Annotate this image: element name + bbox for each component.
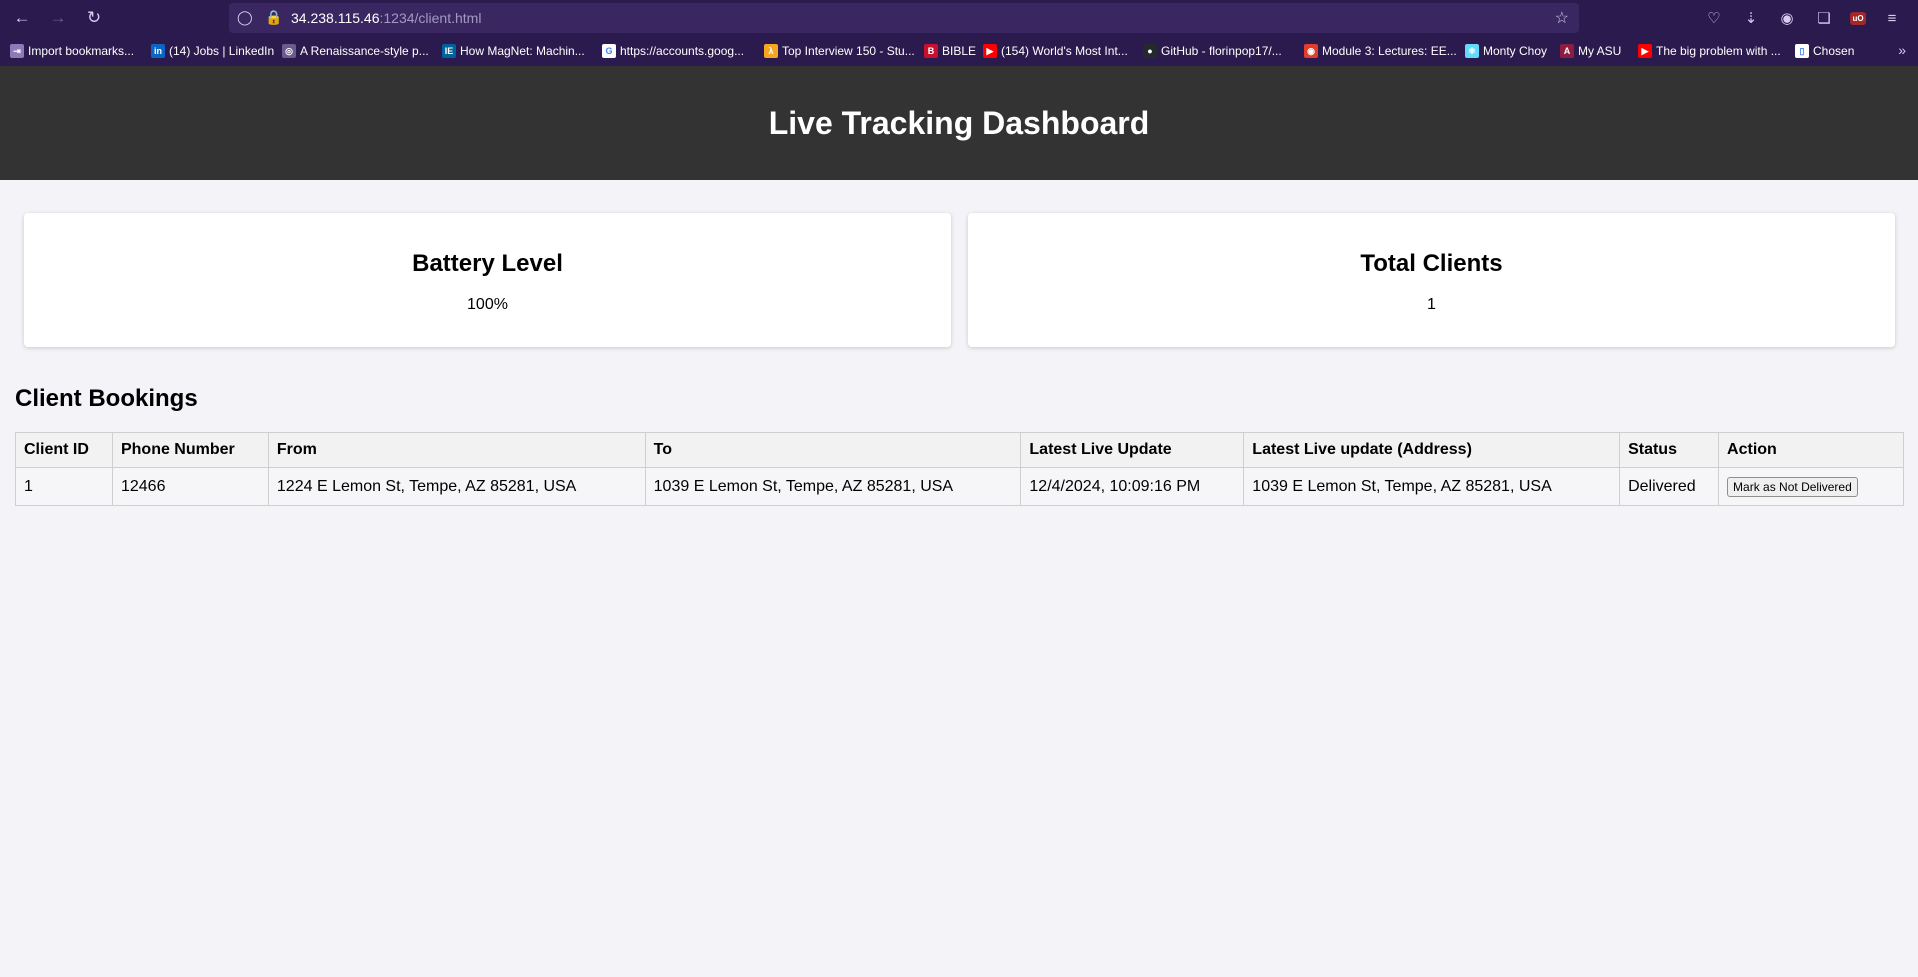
globe-icon: ◎ bbox=[282, 44, 296, 58]
table-header-row: Client ID Phone Number From To Latest Li… bbox=[15, 432, 1904, 468]
bookmark-label: Import bookmarks... bbox=[28, 44, 135, 58]
bookmark-label: A Renaissance-style p... bbox=[300, 44, 429, 58]
bookmark-star-icon[interactable]: ☆ bbox=[1555, 8, 1569, 28]
bookmark-item[interactable]: A My ASU bbox=[1560, 44, 1621, 58]
bookmark-item[interactable]: B BIBLE bbox=[924, 44, 976, 58]
browser-chrome: ← → ↻ ◯ 🔒 34.238.115.46:1234/client.html… bbox=[0, 0, 1918, 66]
page-header: Live Tracking Dashboard bbox=[0, 66, 1918, 180]
google-icon: G bbox=[602, 44, 616, 58]
bookmark-item[interactable]: ▯ Chosen bbox=[1795, 44, 1854, 58]
bookmark-label: https://accounts.goog... bbox=[620, 44, 745, 58]
chosen-icon: ▯ bbox=[1795, 44, 1809, 58]
bookmark-item[interactable]: ⚛ Monty Choy bbox=[1465, 44, 1547, 58]
bookmark-label: Monty Choy bbox=[1483, 44, 1548, 58]
table-row: 1 12466 1224 E Lemon St, Tempe, AZ 85281… bbox=[15, 467, 1904, 506]
canvas-icon: ◉ bbox=[1304, 44, 1318, 58]
bookmark-label: Top Interview 150 - Stu... bbox=[782, 44, 915, 58]
page-title: Live Tracking Dashboard bbox=[768, 104, 1150, 141]
bookmark-item[interactable]: λ Top Interview 150 - Stu... bbox=[764, 44, 915, 58]
ublock-icon[interactable]: uO bbox=[1846, 6, 1870, 30]
bookmark-item[interactable]: ⇥ Import bookmarks... bbox=[10, 44, 134, 58]
bible-icon: B bbox=[924, 44, 938, 58]
bookmark-label: GitHub - florinpop17/... bbox=[1161, 44, 1282, 58]
total-clients-value: 1 bbox=[1427, 296, 1436, 313]
import-icon: ⇥ bbox=[10, 44, 24, 58]
column-header-to: To bbox=[644, 432, 1022, 468]
cell-from: 1224 E Lemon St, Tempe, AZ 85281, USA bbox=[267, 467, 646, 506]
bookmarks-overflow-icon[interactable]: » bbox=[1898, 42, 1906, 58]
url-path: :1234/client.html bbox=[379, 10, 482, 26]
bookmark-label: Module 3: Lectures: EE... bbox=[1322, 44, 1457, 58]
cell-to: 1039 E Lemon St, Tempe, AZ 85281, USA bbox=[644, 467, 1022, 506]
url-text[interactable]: 34.238.115.46:1234/client.html bbox=[291, 10, 481, 26]
react-icon: ⚛ bbox=[1465, 44, 1479, 58]
account-icon[interactable]: ◉ bbox=[1775, 6, 1799, 30]
column-header-client-id: Client ID bbox=[15, 432, 113, 468]
mark-not-delivered-button[interactable]: Mark as Not Delivered bbox=[1727, 476, 1858, 497]
battery-card-title: Battery Level bbox=[412, 250, 563, 277]
linkedin-icon: in bbox=[151, 44, 165, 58]
reload-icon[interactable]: ↻ bbox=[80, 4, 108, 32]
url-bar[interactable]: ◯ 🔒 34.238.115.46:1234/client.html ☆ bbox=[229, 3, 1579, 33]
shield-icon[interactable]: ◯ bbox=[237, 9, 253, 26]
cell-client-id: 1 bbox=[15, 467, 113, 506]
cell-latest-address: 1039 E Lemon St, Tempe, AZ 85281, USA bbox=[1243, 467, 1621, 506]
github-icon: ● bbox=[1143, 44, 1157, 58]
column-header-latest-live-update: Latest Live Update bbox=[1020, 432, 1245, 468]
forward-arrow-icon[interactable]: → bbox=[44, 4, 72, 32]
bookmark-label: The big problem with ... bbox=[1656, 44, 1781, 58]
column-header-latest-address: Latest Live update (Address) bbox=[1243, 432, 1621, 468]
bookmark-item[interactable]: ▶ (154) World's Most Int... bbox=[983, 44, 1128, 58]
leetcode-icon: λ bbox=[764, 44, 778, 58]
bookmarks-bar: » ⇥ Import bookmarks... in (14) Jobs | Link… bbox=[0, 42, 1918, 62]
client-bookings-table: Client ID Phone Number From To Latest Li… bbox=[15, 432, 1904, 506]
back-arrow-icon[interactable]: ← bbox=[8, 4, 36, 32]
client-bookings-title: Client Bookings bbox=[15, 385, 198, 412]
cell-action: Mark as Not Delivered bbox=[1718, 467, 1904, 506]
column-header-status: Status bbox=[1619, 432, 1720, 468]
bookmark-label: BIBLE bbox=[942, 44, 977, 58]
bookmark-label: How MagNet: Machin... bbox=[460, 44, 585, 58]
asu-icon: A bbox=[1560, 44, 1574, 58]
bookmark-label: Chosen bbox=[1813, 44, 1855, 58]
youtube-icon: ▶ bbox=[983, 44, 997, 58]
battery-card: Battery Level 100% bbox=[24, 213, 951, 347]
pocket-icon[interactable]: ♡ bbox=[1702, 6, 1726, 30]
bookmark-item[interactable]: ◉ Module 3: Lectures: EE... bbox=[1304, 44, 1457, 58]
cell-status: Delivered bbox=[1619, 467, 1720, 506]
column-header-from: From bbox=[267, 432, 646, 468]
bookmark-item[interactable]: IE How MagNet: Machin... bbox=[442, 44, 585, 58]
bookmark-item[interactable]: ◎ A Renaissance-style p... bbox=[282, 44, 429, 58]
bookmark-label: My ASU bbox=[1578, 44, 1622, 58]
browser-toolbar: ← → ↻ ◯ 🔒 34.238.115.46:1234/client.html… bbox=[0, 0, 1918, 36]
cell-phone-number: 12466 bbox=[111, 467, 269, 506]
bookmark-item[interactable]: ▶ The big problem with ... bbox=[1638, 44, 1781, 58]
total-clients-card-title: Total Clients bbox=[1360, 250, 1503, 277]
extensions-icon[interactable]: ❏ bbox=[1812, 6, 1836, 30]
youtube-icon: ▶ bbox=[1638, 44, 1652, 58]
battery-level-value: 100% bbox=[467, 296, 508, 313]
column-header-action: Action bbox=[1718, 432, 1904, 468]
download-icon[interactable]: ⇣ bbox=[1739, 6, 1763, 30]
url-host: 34.238.115.46 bbox=[291, 10, 380, 26]
ieee-icon: IE bbox=[442, 44, 456, 58]
lock-icon[interactable]: 🔒 bbox=[265, 9, 282, 26]
menu-icon[interactable]: ≡ bbox=[1880, 6, 1904, 30]
bookmark-label: (14) Jobs | LinkedIn bbox=[169, 44, 275, 58]
bookmark-item[interactable]: ● GitHub - florinpop17/... bbox=[1143, 44, 1282, 58]
bookmark-item[interactable]: in (14) Jobs | LinkedIn bbox=[151, 44, 274, 58]
cell-latest-live-update: 12/4/2024, 10:09:16 PM bbox=[1020, 467, 1245, 506]
total-clients-card: Total Clients 1 bbox=[968, 213, 1895, 347]
bookmark-item[interactable]: Ghttps://accounts.goog... bbox=[602, 44, 744, 58]
bookmark-label: (154) World's Most Int... bbox=[1001, 44, 1128, 58]
column-header-phone-number: Phone Number bbox=[111, 432, 269, 468]
